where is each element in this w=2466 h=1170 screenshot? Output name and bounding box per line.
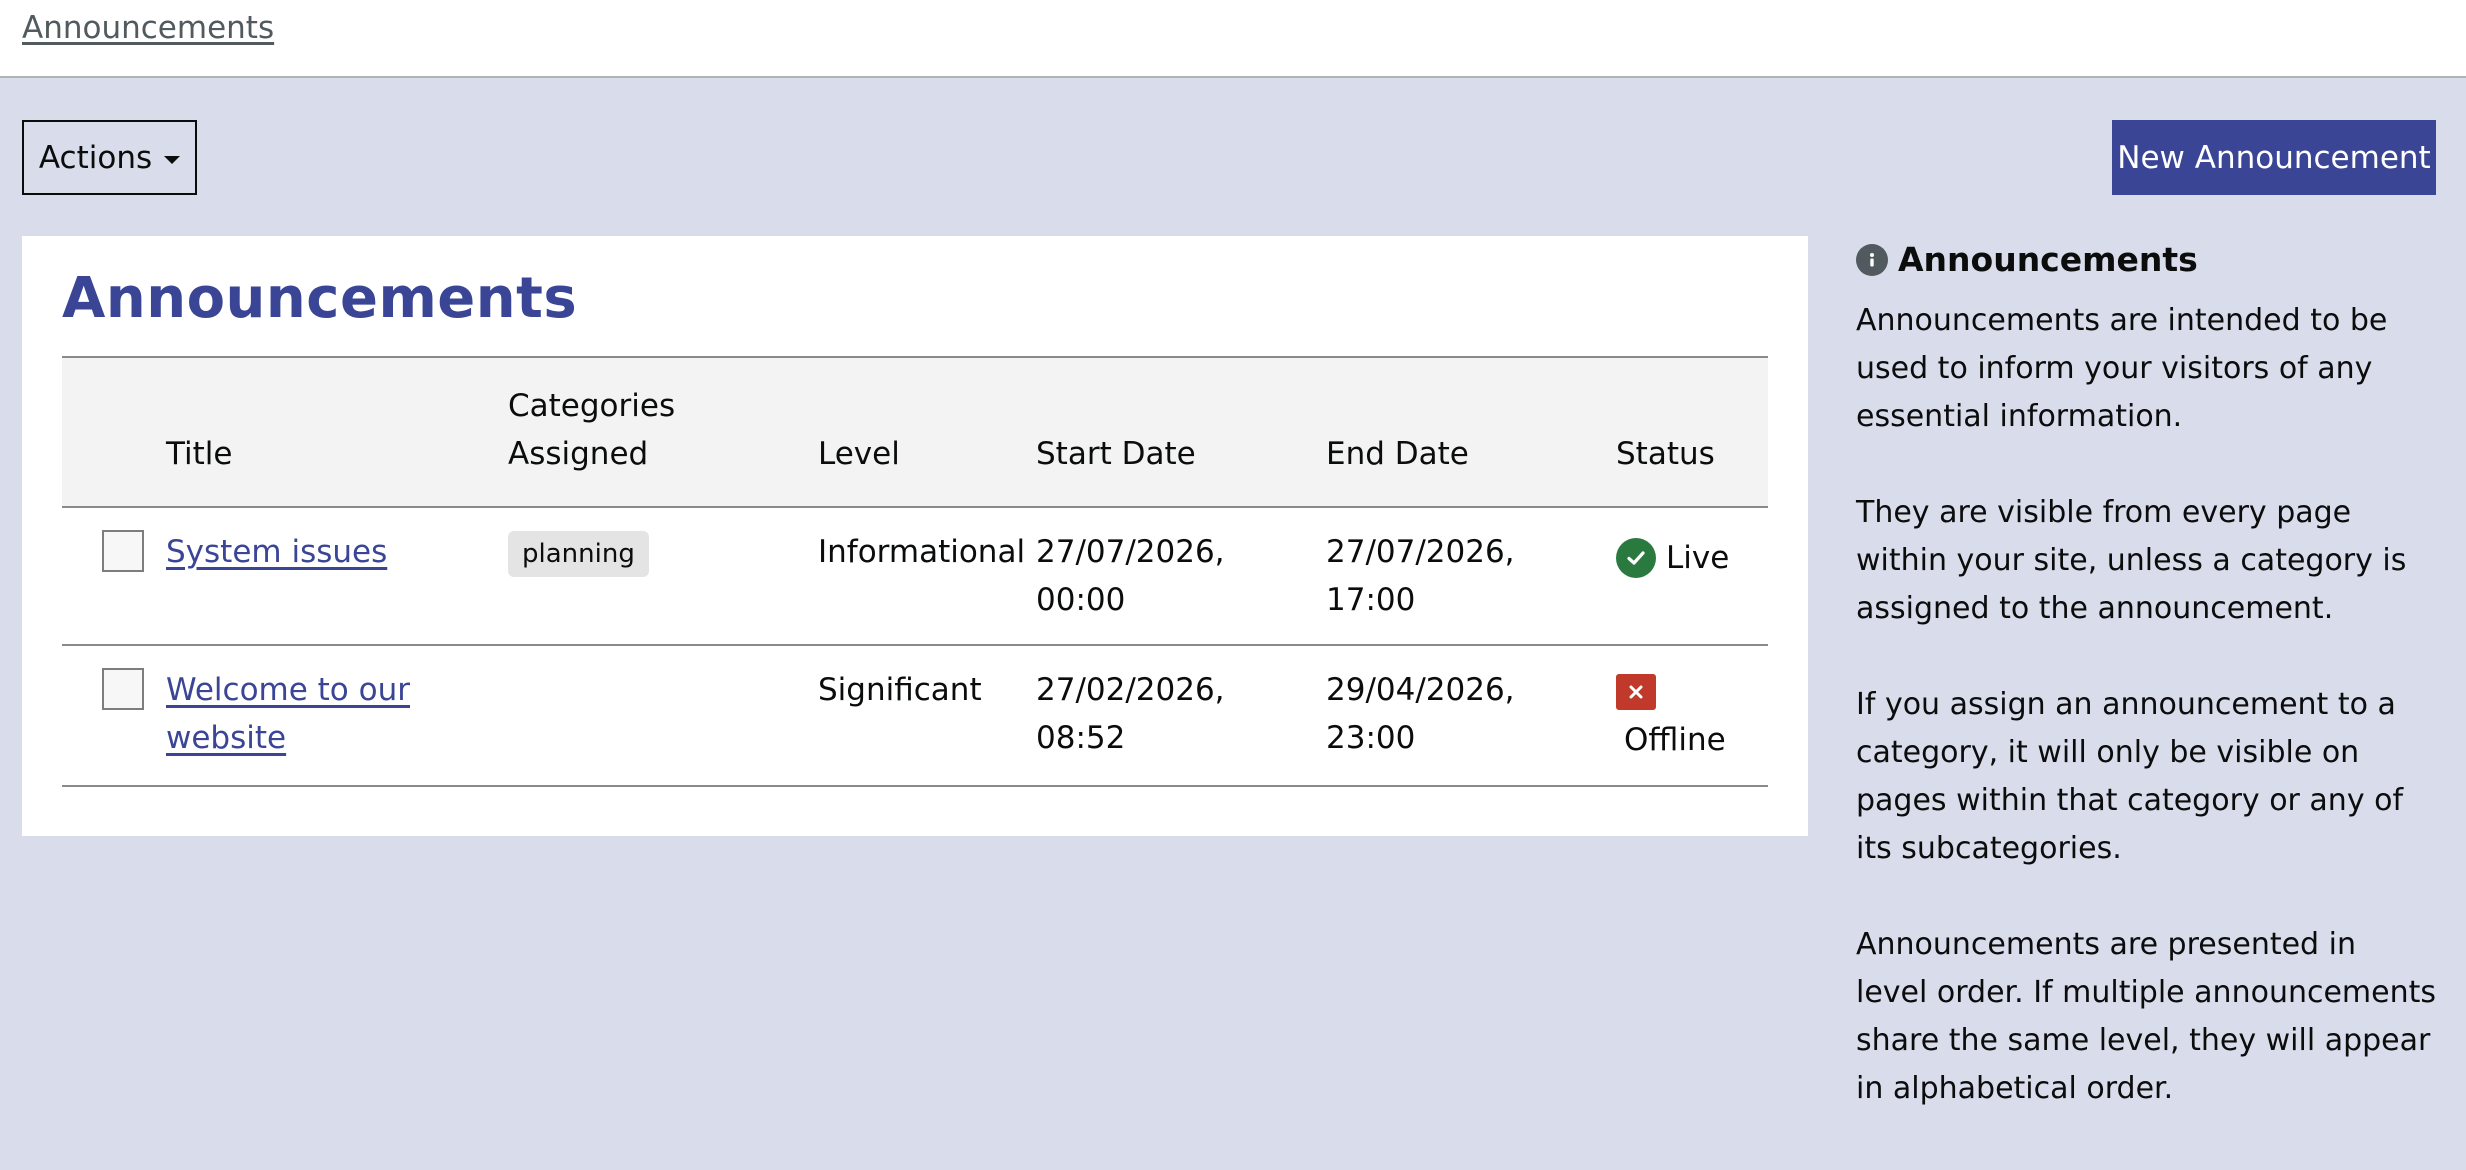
row-title-cell: System issues bbox=[166, 507, 508, 646]
row-status-cell: Offline bbox=[1616, 645, 1768, 787]
status-label: Live bbox=[1666, 540, 1730, 576]
announcements-table: Title Categories Assigned Level Start Da… bbox=[62, 356, 1768, 787]
header-status: Status bbox=[1616, 356, 1768, 508]
header-categories-line2: Assigned bbox=[508, 436, 649, 472]
announcements-card: Announcements Title Categories Assigned … bbox=[22, 236, 1808, 836]
table-header-row: Title Categories Assigned Level Start Da… bbox=[62, 356, 1768, 508]
row-status-cell: Live bbox=[1616, 507, 1768, 646]
header-categories: Categories Assigned bbox=[508, 356, 818, 508]
help-paragraph: Announcements are presented in level ord… bbox=[1856, 927, 2437, 1106]
sidebar-heading-text: Announcements bbox=[1898, 240, 2198, 279]
status-badge: Live bbox=[1616, 528, 1758, 582]
check-circle-icon bbox=[1616, 538, 1656, 578]
title-line1: Welcome to our bbox=[166, 672, 410, 708]
help-paragraph: If you assign an announcement to a categ… bbox=[1856, 687, 2404, 866]
actions-label: Actions bbox=[38, 139, 153, 176]
row-category-cell: planning bbox=[508, 507, 818, 646]
end-date: 27/07/2026, bbox=[1326, 534, 1515, 570]
row-start-date: 27/07/2026, 00:00 bbox=[1036, 507, 1326, 646]
start-date: 27/07/2026, bbox=[1036, 534, 1225, 570]
row-start-date: 27/02/2026, 08:52 bbox=[1036, 645, 1326, 787]
end-date: 29/04/2026, bbox=[1326, 672, 1515, 708]
actions-dropdown-button[interactable]: Actions bbox=[22, 120, 197, 195]
info-icon bbox=[1856, 243, 1888, 276]
title-line2: website bbox=[166, 720, 287, 756]
start-time: 00:00 bbox=[1036, 582, 1126, 618]
new-announcement-button[interactable]: New Announcement bbox=[2112, 120, 2436, 195]
row-end-date: 27/07/2026, 17:00 bbox=[1326, 507, 1616, 646]
category-tag: planning bbox=[508, 531, 649, 577]
help-sidebar: Announcements Announcements are intended… bbox=[1856, 236, 2436, 1161]
start-time: 08:52 bbox=[1036, 720, 1126, 756]
top-bar: Announcements bbox=[0, 0, 2466, 78]
end-time: 23:00 bbox=[1326, 720, 1416, 756]
table-row: Welcome to our website Significant 27/02/… bbox=[62, 645, 1768, 787]
row-end-date: 29/04/2026, 23:00 bbox=[1326, 645, 1616, 787]
sidebar-heading: Announcements bbox=[1856, 240, 2436, 279]
row-select-cell bbox=[62, 507, 166, 646]
row-level: Informational bbox=[818, 507, 1036, 646]
table-row: System issues planning Informational 27/… bbox=[62, 507, 1768, 646]
header-start-date: Start Date bbox=[1036, 356, 1326, 508]
row-category-cell bbox=[508, 645, 818, 787]
row-level: Significant bbox=[818, 645, 1036, 787]
row-checkbox[interactable] bbox=[102, 530, 144, 572]
row-title-cell: Welcome to our website bbox=[166, 645, 508, 787]
announcement-title-link[interactable]: Welcome to our website bbox=[166, 672, 410, 756]
header-level: Level bbox=[818, 356, 1036, 508]
header-select bbox=[62, 356, 166, 508]
row-select-cell bbox=[62, 645, 166, 787]
end-time: 17:00 bbox=[1326, 582, 1416, 618]
breadcrumb-announcements[interactable]: Announcements bbox=[22, 10, 274, 46]
row-checkbox[interactable] bbox=[102, 668, 144, 710]
help-paragraph: They are visible from every page within … bbox=[1856, 495, 2407, 626]
start-date: 27/02/2026, bbox=[1036, 672, 1225, 708]
header-categories-line1: Categories bbox=[508, 388, 676, 424]
status-label: Offline bbox=[1624, 722, 1726, 758]
caret-down-icon bbox=[164, 155, 181, 164]
announcement-title-link[interactable]: System issues bbox=[166, 534, 387, 570]
header-title: Title bbox=[166, 356, 508, 508]
header-end-date: End Date bbox=[1326, 356, 1616, 508]
help-paragraph: Announcements are intended to be used to… bbox=[1856, 303, 2388, 434]
close-x-icon bbox=[1616, 674, 1656, 710]
page-title: Announcements bbox=[62, 266, 578, 331]
